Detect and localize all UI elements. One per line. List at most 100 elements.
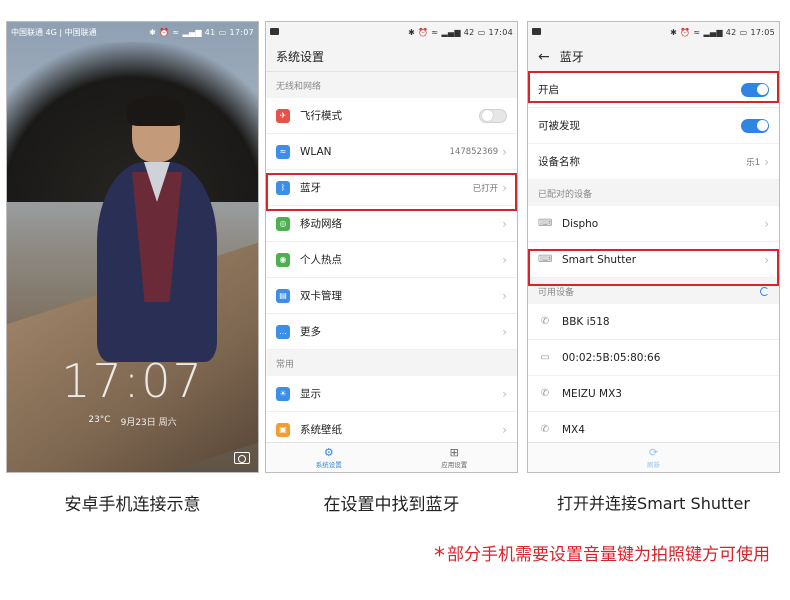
settings-item-icon: ≈ xyxy=(276,144,290,159)
grid-icon: ⊞ xyxy=(449,445,459,459)
device-name-row[interactable]: 设备名称 乐1 › xyxy=(528,144,779,180)
bottom-nav: ⟳ 刷新 xyxy=(528,442,779,472)
settings-item-icon: … xyxy=(276,324,290,339)
settings-item-label: 飞行模式 xyxy=(300,110,342,122)
bluetooth-status-icon: ✱ xyxy=(149,27,157,37)
available-device-row[interactable]: ▭ 00:02:5B:05:80:66 xyxy=(528,340,779,376)
settings-row[interactable]: ≈ WLAN 147852369 › xyxy=(266,134,517,170)
chevron-right-icon: › xyxy=(764,216,769,231)
scanning-spinner-icon xyxy=(760,286,769,296)
caption-lockscreen: 安卓手机连接示意 xyxy=(64,495,201,515)
discoverable-label: 可被发现 xyxy=(538,120,580,132)
settings-item-icon: ◉ xyxy=(276,252,290,267)
chevron-right-icon: › xyxy=(502,144,507,159)
section-header-available: 可用设备 xyxy=(528,278,779,304)
phone-icon: ✆ xyxy=(540,388,550,399)
status-bar: ✱ ⏰ ≈ ▂▄▆ 42 ▭ 17:04 xyxy=(266,22,517,42)
bluetooth-status-icon: ✱ xyxy=(408,27,416,37)
refresh-label: 刷新 xyxy=(647,460,660,469)
settings-item-value: 已打开 xyxy=(472,183,499,194)
laptop-icon: ▭ xyxy=(540,352,550,363)
chevron-right-icon: › xyxy=(502,422,507,437)
discoverable-row[interactable]: 可被发现 xyxy=(528,108,779,144)
available-list: ✆ BBK i518 ▭ 00:02:5B:05:80:66 ✆ MEIZU MX3 ✆ MX… xyxy=(528,304,779,448)
alarm-icon: ⏰ xyxy=(159,27,170,37)
settings-row[interactable]: ✈ 飞行模式 xyxy=(266,98,517,134)
lockscreen-phone: 中国联通 4G | 中国联通 ✱ ⏰ ≈ ▂▄▆ 41 ▭ 17:07 17:0… xyxy=(6,21,259,473)
settings-item-icon: ▣ xyxy=(276,422,290,437)
available-device-name: MEIZU MX3 xyxy=(562,387,622,400)
chevron-right-icon: › xyxy=(502,288,507,303)
settings-item-label: 显示 xyxy=(300,388,321,400)
footnote-text: 部分手机需要设置音量键为拍照键方可使用 xyxy=(447,545,770,565)
carrier-text: 中国联通 4G | 中国联通 xyxy=(11,27,97,37)
caption-settings: 在设置中找到蓝牙 xyxy=(323,495,460,515)
available-device-name: MX4 xyxy=(562,423,585,436)
settings-row[interactable]: ▤ 双卡管理 › xyxy=(266,278,517,314)
page-title: 蓝牙 xyxy=(559,50,584,64)
settings-item-icon: ✈ xyxy=(276,108,290,123)
settings-item-icon: ◎ xyxy=(276,216,290,231)
available-device-row[interactable]: ✆ BBK i518 xyxy=(528,304,779,340)
settings-row[interactable]: ᛒ 蓝牙 已打开 › xyxy=(266,170,517,206)
bluetooth-status-icon: ✱ xyxy=(670,27,678,37)
battery-level: 42 xyxy=(463,27,475,37)
settings-item-value: 147852369 xyxy=(449,146,499,157)
bluetooth-toggle[interactable] xyxy=(741,82,769,97)
tab-label: 应用设置 xyxy=(441,460,468,469)
status-bar: 中国联通 4G | 中国联通 ✱ ⏰ ≈ ▂▄▆ 41 ▭ 17:07 xyxy=(7,22,258,42)
settings-row[interactable]: ◎ 移动网络 › xyxy=(266,206,517,242)
phone-icon: ✆ xyxy=(540,424,550,435)
settings-phone: ✱ ⏰ ≈ ▂▄▆ 42 ▭ 17:04 系统设置 无线和网络 ✈ 飞行模式 ≈ WL… xyxy=(265,21,518,473)
status-time: 17:05 xyxy=(750,27,775,37)
refresh-button[interactable]: ⟳ 刷新 xyxy=(528,443,779,472)
settings-row[interactable]: ☀ 显示 › xyxy=(266,376,517,412)
airplane-toggle[interactable] xyxy=(479,108,507,123)
section-header-paired: 已配对的设备 xyxy=(528,180,779,206)
paired-device-name: Smart Shutter xyxy=(562,253,637,266)
battery-level: 41 xyxy=(204,27,216,37)
image-notification-icon xyxy=(532,27,541,35)
page-title: 系统设置 xyxy=(266,42,517,72)
lock-clock: 17:07 xyxy=(61,354,204,408)
tab-system-settings[interactable]: ⚙ 系统设置 xyxy=(266,443,392,472)
date-text: 9月23日 周六 xyxy=(120,418,177,428)
settings-row[interactable]: … 更多 › xyxy=(266,314,517,350)
chevron-right-icon: › xyxy=(764,154,769,169)
chevron-right-icon: › xyxy=(764,252,769,267)
signal-icon: ▂▄▆ xyxy=(441,27,461,37)
status-time: 17:04 xyxy=(488,27,513,37)
discoverable-toggle[interactable] xyxy=(741,118,769,133)
wifi-status-icon: ≈ xyxy=(693,27,701,37)
tab-app-settings[interactable]: ⊞ 应用设置 xyxy=(392,443,518,472)
alarm-icon: ⏰ xyxy=(418,27,429,37)
bluetooth-phone: ✱ ⏰ ≈ ▂▄▆ 42 ▭ 17:05 ← 蓝牙 开启 可被发现 设备名称 乐… xyxy=(527,21,780,473)
available-device-row[interactable]: ✆ MEIZU MX3 xyxy=(528,376,779,412)
chevron-right-icon: › xyxy=(502,180,507,195)
caption-bluetooth: 打开并连接Smart Shutter xyxy=(557,494,750,513)
camera-icon[interactable] xyxy=(234,452,250,464)
paired-device-row[interactable]: ⌨ Dispho › xyxy=(528,206,779,242)
weather-text: 23°C xyxy=(88,415,111,425)
section-header-common: 常用 xyxy=(266,350,517,376)
device-name-value: 乐1 xyxy=(746,157,761,168)
paired-device-row[interactable]: ⌨ Smart Shutter › xyxy=(528,242,779,278)
enable-label: 开启 xyxy=(538,84,559,96)
bluetooth-enable-row[interactable]: 开启 xyxy=(528,72,779,108)
battery-icon: ▭ xyxy=(739,27,748,37)
tab-label: 系统设置 xyxy=(315,460,342,469)
back-arrow-icon[interactable]: ← xyxy=(538,49,550,65)
settings-item-label: 系统壁纸 xyxy=(300,424,342,436)
wallpaper-person xyxy=(77,96,227,362)
settings-item-icon: ☀ xyxy=(276,386,290,401)
battery-icon: ▭ xyxy=(477,27,486,37)
settings-row[interactable]: ◉ 个人热点 › xyxy=(266,242,517,278)
section-header-network: 无线和网络 xyxy=(266,72,517,98)
settings-item-label: 移动网络 xyxy=(300,218,342,230)
available-header-label: 可用设备 xyxy=(538,287,575,298)
bottom-nav: ⚙ 系统设置 ⊞ 应用设置 xyxy=(266,442,517,472)
battery-icon: ▭ xyxy=(218,27,227,37)
lock-info: 23°C 9月23日 周六 xyxy=(7,415,258,428)
signal-icon: ▂▄▆ xyxy=(182,27,202,37)
wifi-status-icon: ≈ xyxy=(172,27,180,37)
